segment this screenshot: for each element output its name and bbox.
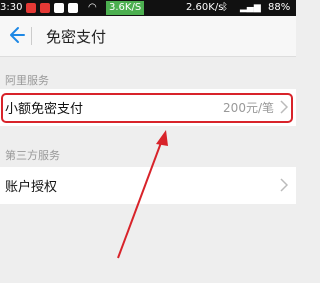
annotation-arrow	[117, 130, 168, 259]
